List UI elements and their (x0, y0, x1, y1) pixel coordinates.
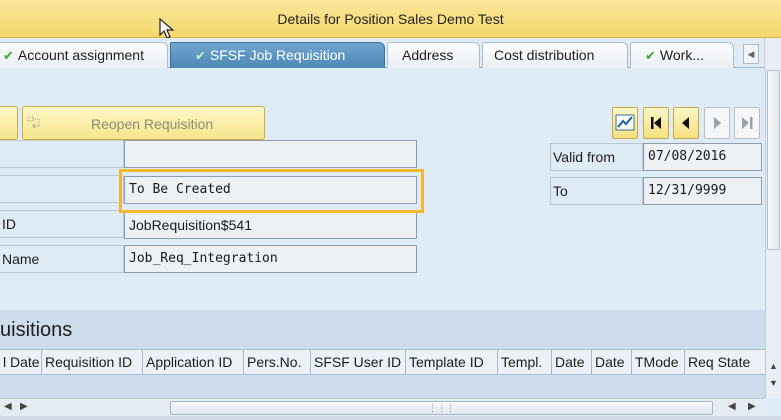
column-header-row: l Date Requisition ID Application ID Per… (0, 349, 765, 375)
form-label-name: Name (0, 245, 124, 273)
column-header[interactable]: Date (552, 350, 592, 374)
tab-address[interactable]: Address (387, 42, 480, 68)
tab-cost-distribution[interactable]: Cost distribution (482, 42, 628, 68)
highlight-frame (119, 169, 424, 213)
bottom-strip (0, 416, 781, 420)
requisition-name-field[interactable]: Job_Req_Integration (124, 245, 417, 273)
column-header[interactable]: TMode (632, 350, 685, 374)
scroll-down-icon[interactable]: ▼ (769, 378, 778, 388)
trend-chart-button[interactable] (612, 107, 638, 139)
valid-from-field[interactable]: 07/08/2016 (643, 143, 762, 171)
tab-label: Work... (659, 47, 704, 63)
previous-action-button[interactable] (0, 106, 18, 140)
column-header[interactable]: Date (592, 350, 632, 374)
scroll-left-icon[interactable]: ◀ (4, 401, 12, 412)
previous-icon (682, 117, 689, 129)
column-header[interactable]: Templ. (498, 350, 552, 374)
tab-label: SFSF Job Requisition (209, 47, 346, 63)
first-page-icon (651, 117, 661, 129)
tab-scroll-left-button[interactable]: ◀ (743, 44, 759, 64)
window-title: Details for Position Sales Demo Test (277, 11, 504, 27)
vertical-scroll-thumb[interactable] (767, 70, 780, 250)
tab-scroll-area (764, 38, 781, 68)
column-header[interactable]: Req State (685, 350, 765, 374)
form-label-id: ID (0, 210, 124, 238)
reopen-icon (27, 116, 40, 129)
checkmark-icon: ✔ (3, 48, 14, 63)
tab-sfsf-job-requisition[interactable]: ✔ SFSF Job Requisition (170, 42, 385, 68)
tab-label: Cost distribution (494, 47, 595, 63)
scroll-left-icon[interactable]: ◀ (728, 401, 736, 412)
tab-label: Account assignment (17, 47, 144, 63)
checkmark-icon: ✔ (195, 48, 206, 63)
first-page-button[interactable] (643, 107, 669, 139)
reopen-requisition-label: Reopen Requisition (91, 116, 214, 132)
tab-strip: ✔ Account assignment ✔ SFSF Job Requisitio… (0, 38, 781, 68)
column-header[interactable]: l Date (0, 350, 42, 374)
horizontal-scrollbar[interactable]: ◀ ▶ ⋮⋮⋮ ◀ ▶ (0, 398, 765, 416)
previous-page-button[interactable] (673, 107, 699, 139)
form-label-row-2 (0, 175, 124, 203)
field-row-1[interactable] (124, 140, 417, 168)
requisition-id-field[interactable]: JobRequisition$541 (124, 211, 417, 239)
trend-chart-icon (615, 114, 635, 131)
vertical-scrollbar[interactable]: ▲ ▼ (765, 68, 781, 398)
next-page-button[interactable] (704, 107, 730, 139)
scroll-right-icon[interactable]: ▶ (748, 401, 756, 412)
scroll-up-icon[interactable]: ▲ (769, 361, 778, 371)
reopen-requisition-button[interactable]: Reopen Requisition (22, 106, 265, 140)
valid-to-field[interactable]: 12/31/9999 (643, 177, 762, 205)
column-header[interactable]: Pers.No. (244, 350, 311, 374)
horizontal-scroll-thumb[interactable]: ⋮⋮⋮ (170, 401, 713, 415)
scroll-right-icon[interactable]: ▶ (20, 401, 28, 412)
column-header[interactable]: Application ID (143, 350, 244, 374)
form-label-row-1 (0, 140, 124, 168)
valid-from-label: Valid from (550, 143, 643, 171)
checkmark-icon: ✔ (645, 48, 656, 63)
requisitions-title: uisitions (0, 319, 73, 341)
next-icon (714, 117, 721, 129)
tab-label: Address (402, 47, 454, 63)
valid-to-label: To (550, 177, 643, 205)
tab-account-assignment[interactable]: ✔ Account assignment (0, 42, 168, 68)
last-page-icon (742, 117, 753, 129)
column-header[interactable]: Template ID (406, 350, 498, 374)
last-page-button[interactable] (734, 107, 760, 139)
column-header[interactable]: SFSF User ID (311, 350, 406, 374)
tab-work[interactable]: ✔ Work... (630, 42, 734, 68)
column-header[interactable]: Requisition ID (42, 350, 143, 374)
